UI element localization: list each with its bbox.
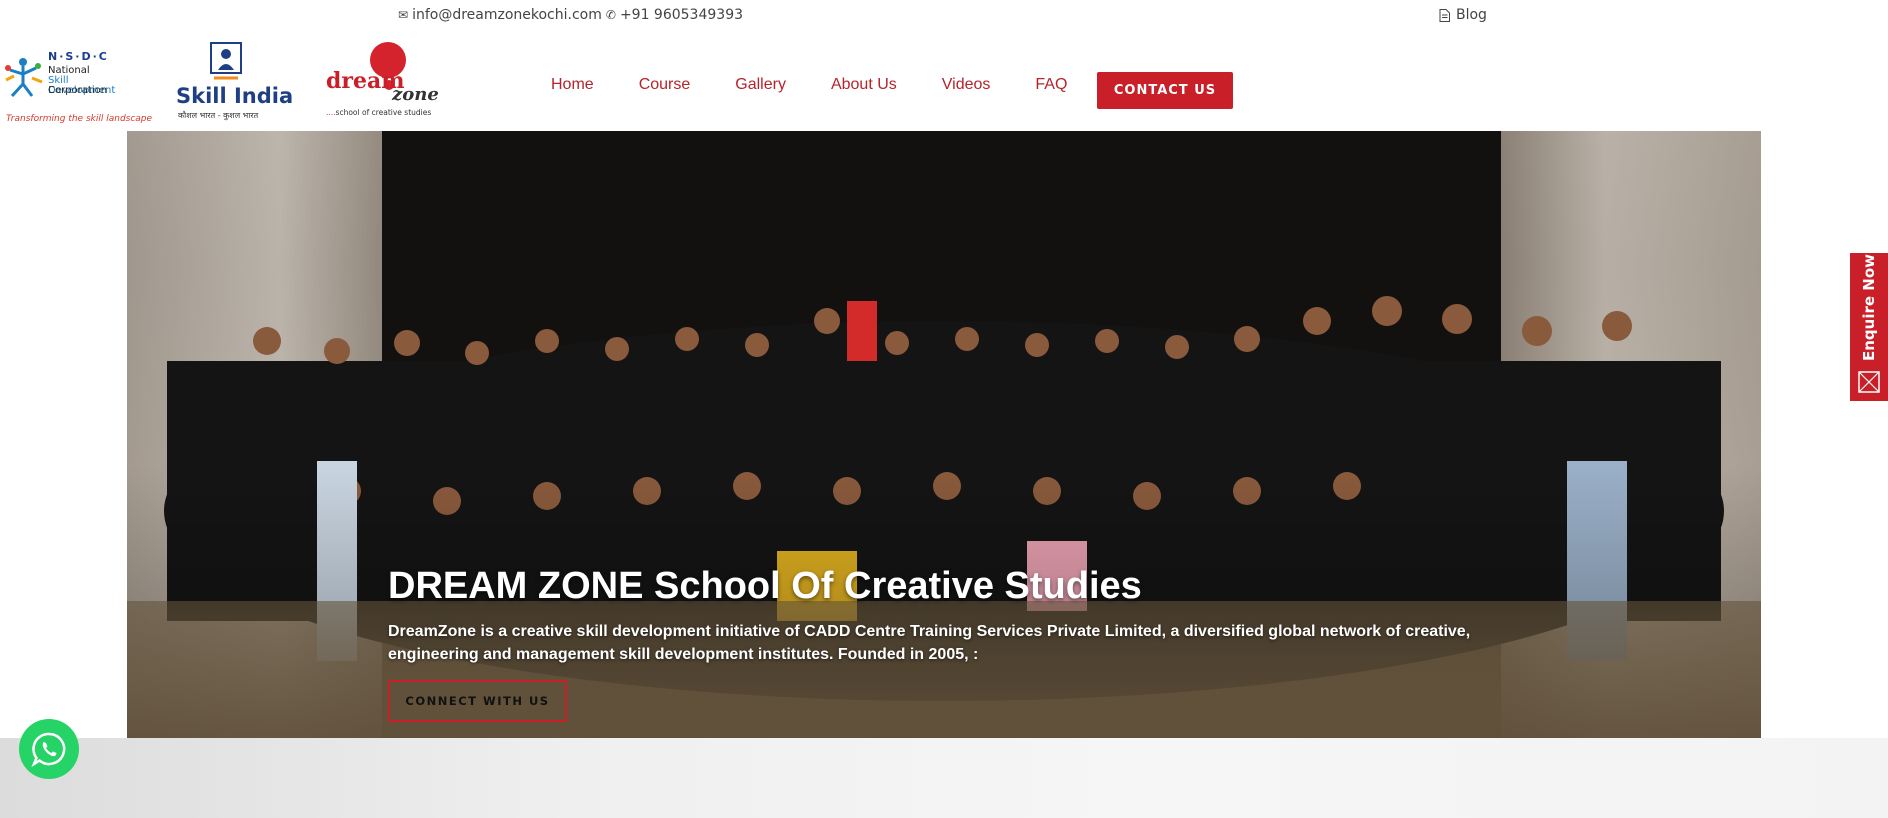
nav-course[interactable]: Course [639,76,691,94]
top-bar: ✉ info@dreamzonekochi.com ✆ +91 96053493… [0,0,1888,30]
nav-faq[interactable]: FAQ [1035,76,1067,94]
nav-home[interactable]: Home [551,76,594,94]
document-icon [1439,8,1450,22]
phone-link[interactable]: +91 9605349393 [620,7,743,23]
hero-description: DreamZone is a creative skill developmen… [388,623,1471,663]
nav-gallery[interactable]: Gallery [735,76,786,94]
email-link[interactable]: info@dreamzonekochi.com [412,7,602,23]
skill-india-title: Skill India [176,84,294,108]
blog-link[interactable]: Blog [1439,7,1487,23]
logo-subtitle: ....school of creative studies [326,108,431,117]
nsdc-title: N·S·D·C [48,50,109,63]
enquire-now-tab[interactable]: Enquire Now [1850,253,1888,401]
nav-about-us[interactable]: About Us [831,76,897,94]
whatsapp-button[interactable] [19,719,79,779]
logo-subtitle-dots: .... [326,108,336,117]
contact-info: ✉ info@dreamzonekochi.com ✆ +91 96053493… [398,7,743,23]
main-nav: Home Course Gallery About Us Videos FAQ [551,74,1112,96]
skill-india-logo[interactable]: Skill India कौशल भारत - कुशल भारत [176,42,293,122]
enquire-now-label: Enquire Now [1860,254,1878,361]
nsdc-figure-icon [5,58,43,98]
nsdc-logo[interactable]: N·S·D·C National Skill Development Corpo… [2,50,152,124]
envelope-icon: ✉ [398,8,409,22]
blog-label: Blog [1456,7,1487,23]
whatsapp-icon [31,732,66,767]
logo-word-zone: zone [392,84,439,105]
dreamzone-logo[interactable]: dream zone ....school of creative studie… [326,42,439,117]
skill-india-emblem-icon [210,42,242,80]
contact-us-button[interactable]: CONTACT US [1097,72,1233,109]
envelope-icon [1858,371,1880,393]
nav-videos[interactable]: Videos [942,76,991,94]
nsdc-line-3: Corporation [48,85,108,96]
site-header: N·S·D·C National Skill Development Corpo… [0,36,1888,130]
nsdc-tagline: Transforming the skill landscape [6,114,153,124]
hero-title: DREAM ZONE School Of Creative Studies [388,565,1142,607]
logo-subtitle-text: school of creative studies [335,108,432,117]
connect-with-us-button[interactable]: CONNECT WITH US [388,680,567,722]
skill-india-subtitle: कौशल भारत - कुशल भारत [178,111,259,120]
next-section-background [0,738,1888,818]
phone-icon: ✆ [605,8,616,22]
